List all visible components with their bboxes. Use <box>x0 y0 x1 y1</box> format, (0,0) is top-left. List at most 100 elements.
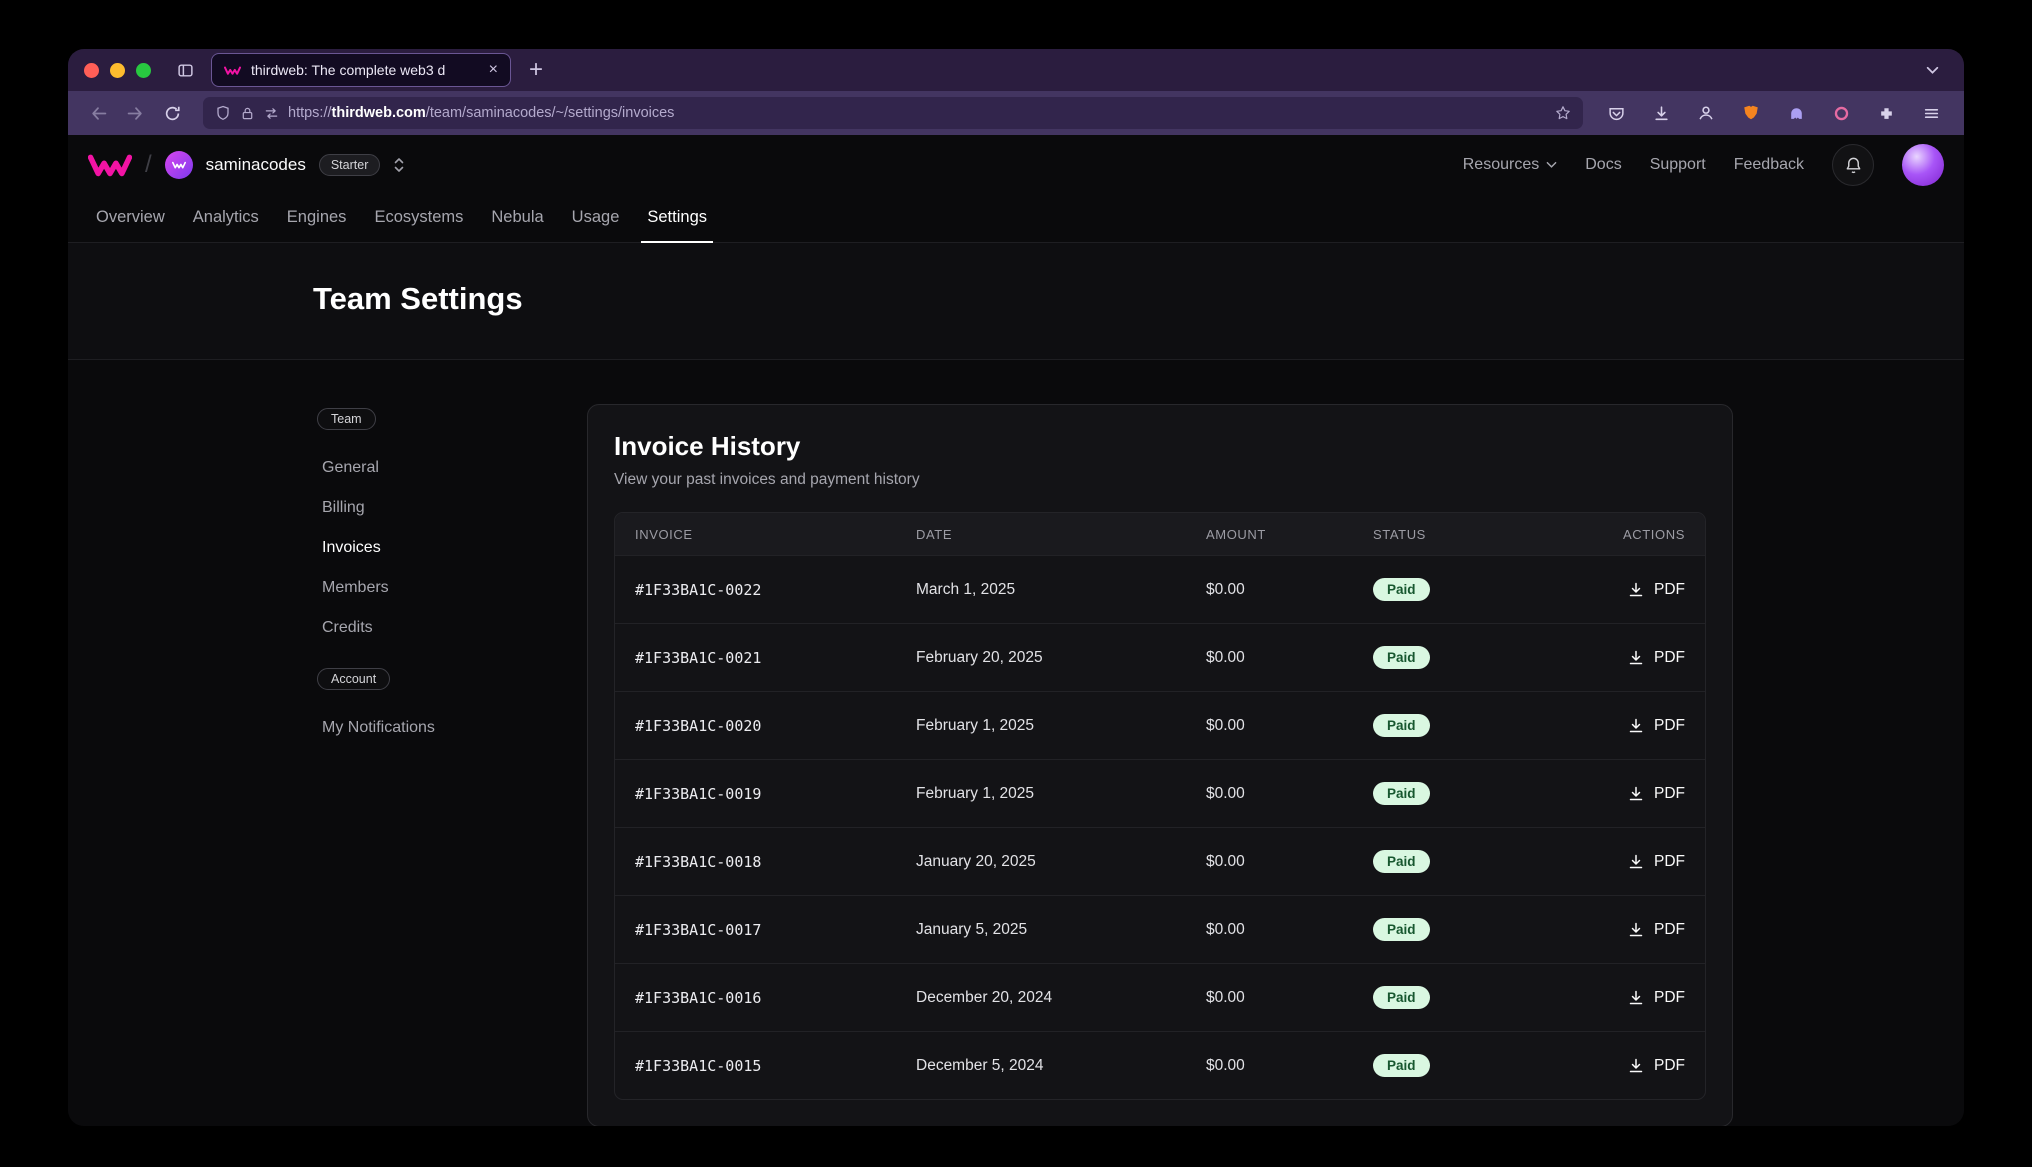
tab-engines[interactable]: Engines <box>273 195 361 242</box>
tracking-protection-shield-icon[interactable] <box>215 105 231 121</box>
invoice-status-cell: Paid <box>1353 986 1603 1009</box>
reload-icon[interactable] <box>156 97 189 130</box>
metamask-extension-icon[interactable] <box>1736 98 1766 128</box>
browser-tab[interactable]: thirdweb: The complete web3 d × <box>211 53 511 87</box>
resources-menu[interactable]: Resources <box>1463 156 1557 174</box>
docs-link[interactable]: Docs <box>1585 156 1621 174</box>
new-tab-button[interactable]: + <box>521 56 551 84</box>
sidebar-item-credits[interactable]: Credits <box>313 608 563 648</box>
url-text[interactable]: https://thirdweb.com/team/saminacodes/~/… <box>288 105 674 121</box>
download-pdf-button[interactable]: PDF <box>1627 717 1685 735</box>
download-pdf-button[interactable]: PDF <box>1627 785 1685 803</box>
invoice-status-cell: Paid <box>1353 578 1603 601</box>
plan-badge: Starter <box>319 154 381 176</box>
firefox-view-icon[interactable] <box>169 54 201 86</box>
notifications-button[interactable] <box>1832 144 1874 186</box>
download-pdf-button[interactable]: PDF <box>1627 989 1685 1007</box>
tab-usage[interactable]: Usage <box>558 195 634 242</box>
download-icon <box>1627 785 1645 803</box>
account-icon[interactable] <box>1691 98 1721 128</box>
dashboard-tab-nav: Overview Analytics Engines Ecosystems Ne… <box>68 195 1964 243</box>
pdf-label: PDF <box>1654 581 1685 599</box>
sidebar-item-invoices[interactable]: Invoices <box>313 528 563 568</box>
invoice-date: December 5, 2024 <box>896 1057 1186 1075</box>
invoice-actions-cell: PDF <box>1603 581 1705 599</box>
invoice-id: #1F33BA1C-0018 <box>615 853 896 871</box>
download-pdf-button[interactable]: PDF <box>1627 581 1685 599</box>
invoice-status-cell: Paid <box>1353 1054 1603 1077</box>
sidebar-account-list: My Notifications <box>313 708 563 748</box>
invoice-date: February 20, 2025 <box>896 649 1186 667</box>
col-invoice: INVOICE <box>615 527 896 542</box>
tab-settings[interactable]: Settings <box>633 195 721 242</box>
tab-list-chevron-icon[interactable] <box>1916 54 1948 86</box>
invoice-amount: $0.00 <box>1186 717 1353 735</box>
settings-sidebar: Team General Billing Invoices Members Cr… <box>313 404 563 768</box>
tab-nebula[interactable]: Nebula <box>477 195 557 242</box>
tab-ecosystems[interactable]: Ecosystems <box>360 195 477 242</box>
invoice-id: #1F33BA1C-0016 <box>615 989 896 1007</box>
pocket-icon[interactable] <box>1601 98 1631 128</box>
team-avatar[interactable] <box>165 151 193 179</box>
download-icon <box>1627 989 1645 1007</box>
download-icon <box>1627 1057 1645 1075</box>
invoice-amount: $0.00 <box>1186 989 1353 1007</box>
invoice-amount: $0.00 <box>1186 853 1353 871</box>
minimize-window-button[interactable] <box>110 63 125 78</box>
invoice-id: #1F33BA1C-0020 <box>615 717 896 735</box>
pdf-label: PDF <box>1654 1057 1685 1075</box>
invoice-amount: $0.00 <box>1186 785 1353 803</box>
invoice-actions-cell: PDF <box>1603 853 1705 871</box>
tab-overview[interactable]: Overview <box>82 195 179 242</box>
download-pdf-button[interactable]: PDF <box>1627 853 1685 871</box>
downloads-icon[interactable] <box>1646 98 1676 128</box>
sidebar-item-my-notifications[interactable]: My Notifications <box>313 708 563 748</box>
zoom-window-button[interactable] <box>136 63 151 78</box>
status-badge: Paid <box>1373 986 1430 1009</box>
sidebar-item-general[interactable]: General <box>313 448 563 488</box>
sidebar-item-members[interactable]: Members <box>313 568 563 608</box>
url-bar[interactable]: https://thirdweb.com/team/saminacodes/~/… <box>203 97 1583 129</box>
permissions-icon[interactable] <box>264 106 279 121</box>
lock-icon[interactable] <box>240 106 255 121</box>
thirdweb-dashboard-page: / saminacodes Starter Resources Docs Sup… <box>68 135 1964 1126</box>
extension-ring-icon[interactable] <box>1826 98 1856 128</box>
window-controls <box>84 63 151 78</box>
download-pdf-button[interactable]: PDF <box>1627 649 1685 667</box>
phantom-extension-icon[interactable] <box>1781 98 1811 128</box>
invoice-actions-cell: PDF <box>1603 921 1705 939</box>
menu-hamburger-icon[interactable] <box>1916 98 1946 128</box>
thirdweb-logo[interactable] <box>88 153 132 177</box>
invoice-actions-cell: PDF <box>1603 649 1705 667</box>
invoice-id: #1F33BA1C-0019 <box>615 785 896 803</box>
pdf-label: PDF <box>1654 921 1685 939</box>
bookmark-star-icon[interactable] <box>1555 105 1571 121</box>
team-name[interactable]: saminacodes <box>206 155 306 175</box>
team-switcher-icon[interactable] <box>393 156 405 174</box>
sidebar-item-billing[interactable]: Billing <box>313 488 563 528</box>
user-avatar[interactable] <box>1902 144 1944 186</box>
back-icon[interactable] <box>82 97 115 130</box>
invoice-amount: $0.00 <box>1186 649 1353 667</box>
invoice-id: #1F33BA1C-0022 <box>615 581 896 599</box>
invoice-status-cell: Paid <box>1353 782 1603 805</box>
status-badge: Paid <box>1373 1054 1430 1077</box>
table-row: #1F33BA1C-0017 January 5, 2025 $0.00 Pai… <box>615 895 1705 963</box>
invoice-amount: $0.00 <box>1186 921 1353 939</box>
table-row: #1F33BA1C-0015 December 5, 2024 $0.00 Pa… <box>615 1031 1705 1099</box>
tab-close-icon[interactable]: × <box>489 62 498 78</box>
support-link[interactable]: Support <box>1650 156 1706 174</box>
download-pdf-button[interactable]: PDF <box>1627 921 1685 939</box>
table-row: #1F33BA1C-0018 January 20, 2025 $0.00 Pa… <box>615 827 1705 895</box>
forward-icon[interactable] <box>119 97 152 130</box>
invoice-id: #1F33BA1C-0015 <box>615 1057 896 1075</box>
invoice-history-card: Invoice History View your past invoices … <box>587 404 1733 1126</box>
extensions-puzzle-icon[interactable] <box>1871 98 1901 128</box>
close-window-button[interactable] <box>84 63 99 78</box>
tab-analytics[interactable]: Analytics <box>179 195 273 242</box>
feedback-link[interactable]: Feedback <box>1734 156 1804 174</box>
download-pdf-button[interactable]: PDF <box>1627 1057 1685 1075</box>
browser-toolbar: https://thirdweb.com/team/saminacodes/~/… <box>68 91 1964 135</box>
download-icon <box>1627 921 1645 939</box>
table-row: #1F33BA1C-0020 February 1, 2025 $0.00 Pa… <box>615 691 1705 759</box>
